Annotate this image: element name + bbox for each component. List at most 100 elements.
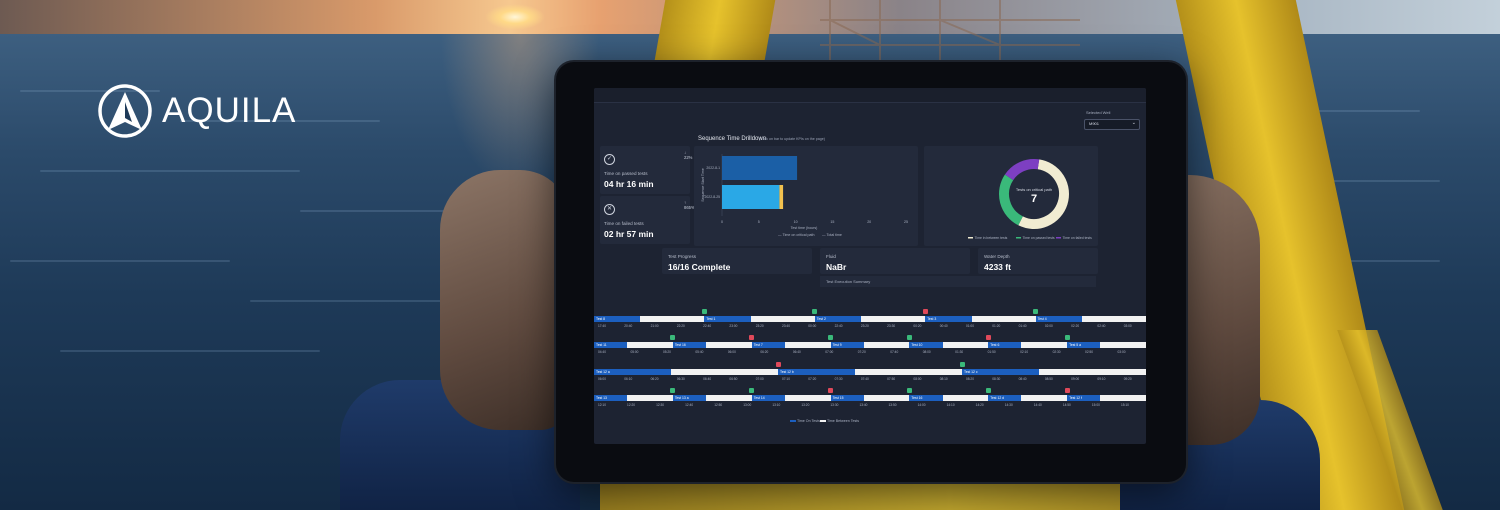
timeline-status-flag	[922, 309, 928, 314]
dashboard-screen: Selected Well M901 ⌄ Sequence Time Drill…	[594, 88, 1146, 444]
timeline-status-flag	[828, 335, 834, 340]
well-select-dropdown[interactable]: M901 ⌄	[1084, 119, 1140, 130]
timeline-time-label: 07:20	[808, 377, 817, 381]
timeline-status-flag	[906, 388, 912, 393]
top-bar	[594, 88, 1146, 103]
info-label: Test Progress	[668, 254, 697, 259]
critical-path-donut-chart[interactable]: Tests on critical path7 Time in between t…	[924, 146, 1098, 246]
timeline-time-label: 07:00	[825, 350, 834, 354]
timeline-time-label: 14:20	[975, 403, 984, 407]
summary-tab[interactable]: Test Execution Summary	[820, 276, 1096, 287]
donut-slice	[1004, 159, 1040, 181]
timeline-gap-segment	[705, 395, 752, 401]
timeline-row: Test 11 Test 16 Test 7 Test 9 Test 10 Test 6 T…	[594, 335, 1146, 348]
timeline-time-label: 06:00	[727, 350, 736, 354]
timeline-time-label: 02:30	[1052, 350, 1061, 354]
timeline-time-label: 07:30	[834, 377, 843, 381]
timeline-test-label: Test 16	[911, 395, 923, 400]
rig-structure	[820, 0, 1080, 70]
timeline-time-label: 07:40	[860, 377, 869, 381]
bar-chart-panel: 0 5 10 15 20 25 Test time (hours) Sequence Star…	[694, 146, 918, 246]
timeline-time-label: 01:20	[992, 324, 1001, 328]
timeline-status-flag	[985, 388, 991, 393]
timeline-time-label: 15:00	[1091, 403, 1100, 407]
timeline-test-label: Test 14	[753, 395, 765, 400]
info-card-water-depth: Water Depth 4233 ft	[978, 248, 1098, 274]
info-card-progress: Test Progress 16/16 Complete	[662, 248, 812, 274]
timeline-gap-segment	[784, 342, 831, 348]
legend-swatch	[820, 420, 826, 423]
timeline-gap-segment	[627, 395, 673, 401]
well-select-value: M901	[1089, 121, 1100, 126]
timeline-gap-segment	[863, 342, 910, 348]
timeline-test-label: Test 15	[832, 395, 844, 400]
timeline-test-label: Test 5 a	[1069, 342, 1082, 347]
timeline-test-label: Test 1	[706, 316, 716, 321]
timeline-test-label: Test 3	[927, 316, 937, 321]
timeline-status-flag	[749, 388, 755, 393]
timeline-status-flag	[812, 309, 818, 314]
timeline-test-label: Test 16	[674, 342, 686, 347]
timeline-test-label: Test 12 f	[1069, 395, 1082, 400]
timeline-gap-segment	[750, 316, 815, 322]
timeline-test-label: Test 9	[832, 342, 842, 347]
timeline-time-label: 23:40	[782, 324, 790, 328]
info-label: Fluid	[826, 254, 836, 259]
timeline-test-label: Test 8	[596, 316, 606, 321]
timeline-row: Test 12 a Test 12 b Test 12 c	[594, 362, 1146, 375]
wave	[250, 300, 450, 302]
donut-legend-label: Time on failed tests	[1063, 236, 1093, 240]
info-value: NaBr	[826, 262, 847, 272]
donut-center-value: 7	[1031, 193, 1037, 205]
timeline-time-label: 14:50	[1062, 403, 1071, 407]
timeline-gap-segment	[861, 316, 926, 322]
timeline-gap-segment	[1100, 342, 1146, 348]
legend-swatch	[1016, 237, 1021, 239]
timeline-time-label: 07:40	[890, 350, 899, 354]
timeline-gap-segment	[942, 342, 989, 348]
timeline-time-label: 08:10	[939, 377, 948, 381]
timeline-time-label: 06:40	[792, 350, 801, 354]
check-circle-icon: ✓	[604, 154, 615, 165]
x-axis-label: Test time (hours)	[791, 226, 818, 230]
timeline-time-label: 23:30	[887, 324, 896, 328]
drilldown-subtitle: (Click on bar to update KPIs on the page…	[759, 137, 825, 141]
info-label: Water Depth	[984, 254, 1010, 259]
timeline-time-label: 23:00	[729, 324, 738, 328]
kpi-card-passed[interactable]: ✓ ↓ 22% Time on passed tests 04 hr 16 mi…	[600, 146, 693, 194]
timeline-gap-segment	[863, 395, 910, 401]
timeline-time-label: 02:20	[1071, 324, 1080, 328]
donut-legend-label: Time on passed tests	[1023, 236, 1055, 240]
sequence-bar-chart[interactable]: 0 5 10 15 20 25Test time (hours)Sequence Star…	[694, 146, 918, 246]
donut-slice	[999, 174, 1024, 226]
brand-name: AQUILA	[162, 91, 297, 130]
kpi-change: ↓ 22%	[684, 150, 693, 160]
y-tick-label: 2022-8-1	[706, 166, 720, 170]
timeline-time-label: 15:10	[1120, 403, 1129, 407]
timeline-time-label: 00:40	[939, 324, 948, 328]
brand-logo: AQUILA	[96, 82, 296, 140]
timeline-time-label: 08:40	[1018, 377, 1027, 381]
timeline-status-flag	[828, 388, 834, 393]
timeline-time-label: 14:30	[1004, 403, 1013, 407]
timeline-gap-segment	[640, 316, 705, 322]
timeline-status-flag	[701, 309, 707, 314]
x-tick-label: 5	[758, 220, 760, 224]
timeline-time-label: 13:50	[888, 403, 897, 407]
timeline-time-label: 01:00	[966, 324, 974, 328]
timeline-time-label: 22:40	[834, 324, 843, 328]
timeline-time-label: 06:10	[624, 377, 633, 381]
timeline-test-label: Test 13	[596, 395, 607, 400]
bar-legend-total: — Total time	[822, 233, 842, 237]
well-selector-label: Selected Well	[1086, 110, 1111, 115]
timeline-time-label: 22:20	[676, 324, 685, 328]
legend-swatch	[790, 420, 796, 423]
timeline-time-label: 12:40	[685, 403, 694, 407]
timeline-time-label: 03:00	[1117, 350, 1126, 354]
info-value: 16/16 Complete	[668, 262, 731, 272]
wave	[40, 170, 300, 172]
kpi-card-failed[interactable]: ✕ ↑ 865% Time on failed tests 02 hr 57 m…	[600, 196, 695, 244]
timeline-test-label: Test 6	[990, 342, 1000, 347]
timeline-time-label: 14:00	[917, 403, 926, 407]
timeline-status-flag	[775, 362, 781, 367]
